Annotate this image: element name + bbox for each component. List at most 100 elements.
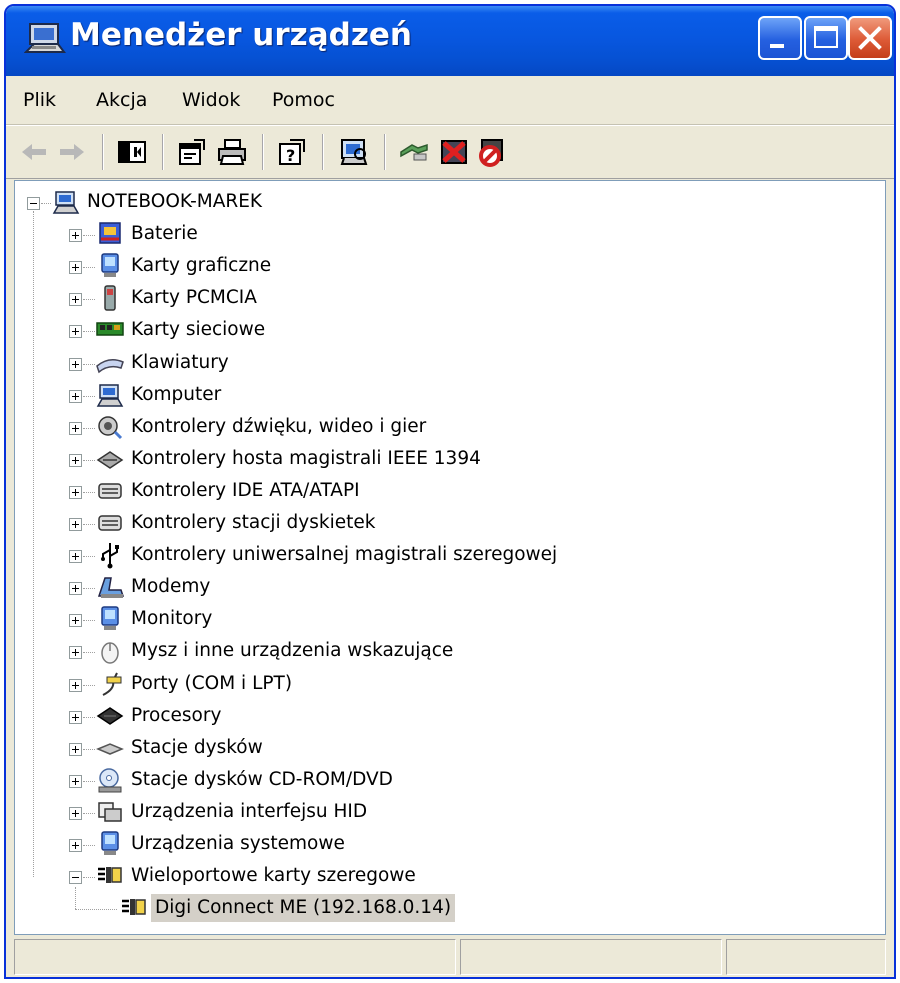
minimize-button[interactable] bbox=[758, 16, 802, 60]
expand-toggle[interactable] bbox=[69, 806, 82, 820]
tree-item[interactable]: Urządzenia interfejsu HID bbox=[15, 797, 875, 829]
battery-icon bbox=[99, 222, 121, 244]
expand-toggle[interactable] bbox=[69, 421, 82, 435]
multiport-serial-icon bbox=[122, 899, 146, 916]
toolbar-separator bbox=[322, 134, 324, 170]
tree-item-label: Kontrolery dźwięku, wideo i gier bbox=[131, 415, 427, 437]
tree-item[interactable]: Karty PCMCIA bbox=[15, 283, 875, 315]
tree-item[interactable]: Baterie bbox=[15, 219, 875, 251]
device-tree[interactable]: NOTEBOOK-MAREK Baterie Karty graficzne Kart… bbox=[14, 180, 886, 935]
expand-toggle[interactable] bbox=[69, 453, 82, 467]
expand-toggle[interactable] bbox=[69, 485, 82, 499]
toolbar: ? bbox=[6, 125, 894, 179]
tree-item[interactable]: Kontrolery hosta magistrali IEEE 1394 bbox=[15, 444, 875, 476]
tree-item[interactable]: Modemy bbox=[15, 572, 875, 604]
expand-toggle[interactable] bbox=[69, 229, 82, 243]
expand-toggle[interactable] bbox=[69, 774, 82, 788]
close-button[interactable] bbox=[848, 16, 892, 60]
tree-item-label: Kontrolery hosta magistrali IEEE 1394 bbox=[131, 447, 481, 469]
tree-item[interactable]: Wieloportowe karty szeregowe bbox=[15, 861, 875, 893]
sound-icon bbox=[98, 415, 123, 439]
expand-toggle[interactable] bbox=[69, 582, 82, 596]
title-bar[interactable]: Menedżer urządzeń bbox=[6, 6, 894, 76]
maximize-button[interactable] bbox=[804, 16, 848, 60]
menu-pomoc[interactable]: Pomoc bbox=[272, 89, 335, 111]
expand-toggle[interactable] bbox=[69, 293, 82, 307]
tree-item[interactable]: Stacje dysków CD-ROM/DVD bbox=[15, 765, 875, 797]
tree-child-item[interactable]: Digi Connect ME (192.168.0.14) bbox=[15, 887, 875, 925]
tree-item[interactable]: Klawiatury bbox=[15, 348, 875, 380]
expand-toggle[interactable] bbox=[69, 325, 82, 339]
status-pane-1 bbox=[14, 939, 456, 975]
tree-item[interactable]: Porty (COM i LPT) bbox=[15, 669, 875, 701]
update-driver-icon[interactable] bbox=[398, 136, 430, 168]
tree-item-label: Kontrolery IDE ATA/ATAPI bbox=[131, 479, 360, 501]
menu-plik[interactable]: Plik bbox=[23, 89, 56, 111]
svg-text:?: ? bbox=[286, 146, 295, 165]
expand-toggle[interactable] bbox=[69, 742, 82, 756]
modem-icon bbox=[97, 577, 125, 599]
keyboard-icon bbox=[96, 358, 124, 373]
tree-item[interactable]: Procesory bbox=[15, 701, 875, 733]
expand-toggle[interactable] bbox=[69, 678, 82, 692]
processor-icon bbox=[96, 706, 124, 725]
menu-akcja[interactable]: Akcja bbox=[96, 89, 147, 111]
tree-item-label: Karty graficzne bbox=[131, 255, 272, 277]
close-icon bbox=[858, 26, 882, 50]
expand-toggle[interactable] bbox=[69, 550, 82, 564]
tree-item-label: Urządzenia interfejsu HID bbox=[131, 800, 368, 822]
back-icon[interactable] bbox=[18, 136, 50, 168]
toolbar-separator bbox=[162, 134, 164, 170]
floppy-controller-icon bbox=[98, 515, 122, 531]
expand-toggle[interactable] bbox=[69, 710, 82, 724]
expand-toggle[interactable] bbox=[69, 839, 82, 852]
scan-hardware-changes-icon[interactable] bbox=[338, 136, 370, 168]
tree-item[interactable]: Karty sieciowe bbox=[15, 315, 875, 347]
tree-item[interactable]: Stacje dysków bbox=[15, 733, 875, 765]
tree-item-label: Urządzenia systemowe bbox=[131, 833, 345, 854]
tree-item[interactable]: Kontrolery stacji dyskietek bbox=[15, 508, 875, 540]
window-title: Menedżer urządzeń bbox=[70, 17, 412, 53]
tree-item[interactable]: Kontrolery IDE ATA/ATAPI bbox=[15, 476, 875, 508]
tree-item[interactable]: Mysz i inne urządzenia wskazujące bbox=[15, 636, 875, 668]
system-devices-icon bbox=[101, 831, 119, 855]
tree-item[interactable]: Komputer bbox=[15, 380, 875, 412]
show-hide-console-tree-icon[interactable] bbox=[116, 136, 148, 168]
help-icon[interactable]: ? bbox=[276, 136, 308, 168]
collapse-toggle[interactable] bbox=[27, 197, 40, 210]
expand-toggle[interactable] bbox=[69, 646, 82, 660]
expand-toggle[interactable] bbox=[69, 261, 82, 275]
tree-item-label: Wieloportowe karty szeregowe bbox=[131, 865, 416, 887]
tree-item[interactable]: Urządzenia systemowe bbox=[15, 829, 875, 861]
tree-item-label: Procesory bbox=[131, 704, 222, 726]
expand-toggle[interactable] bbox=[69, 518, 82, 531]
minimize-icon bbox=[770, 44, 784, 48]
forward-icon[interactable] bbox=[56, 136, 88, 168]
tree-item-label: Stacje dysków CD-ROM/DVD bbox=[131, 768, 393, 790]
tree-item[interactable]: Kontrolery dźwięku, wideo i gier bbox=[15, 412, 875, 444]
tree-item[interactable]: Kontrolery uniwersalnej magistrali szere… bbox=[15, 540, 875, 572]
status-bar bbox=[14, 939, 886, 975]
disk-drive-icon bbox=[96, 742, 124, 755]
expand-toggle[interactable] bbox=[69, 389, 82, 403]
expand-toggle[interactable] bbox=[69, 614, 82, 628]
tree-root-label: NOTEBOOK-MAREK bbox=[87, 191, 263, 212]
properties-icon[interactable] bbox=[176, 136, 208, 168]
print-icon[interactable] bbox=[216, 136, 248, 168]
menu-widok[interactable]: Widok bbox=[182, 89, 240, 111]
device-manager-icon bbox=[24, 23, 66, 53]
pcmcia-icon bbox=[104, 285, 116, 312]
monitor-icon bbox=[101, 606, 119, 631]
collapse-toggle[interactable] bbox=[69, 871, 82, 885]
usb-icon bbox=[101, 543, 119, 569]
tree-item[interactable]: Karty graficzne bbox=[15, 251, 875, 283]
display-adapter-icon bbox=[101, 253, 119, 278]
expand-toggle[interactable] bbox=[69, 357, 82, 371]
multiport-serial-icon bbox=[98, 867, 122, 884]
tree-item[interactable]: Monitory bbox=[15, 604, 875, 636]
disable-icon[interactable] bbox=[476, 136, 508, 168]
uninstall-icon[interactable] bbox=[438, 136, 470, 168]
tree-root[interactable]: NOTEBOOK-MAREK bbox=[15, 187, 875, 219]
tree-item-label: Karty PCMCIA bbox=[131, 287, 257, 309]
tree-item-label: Mysz i inne urządzenia wskazujące bbox=[131, 640, 454, 662]
